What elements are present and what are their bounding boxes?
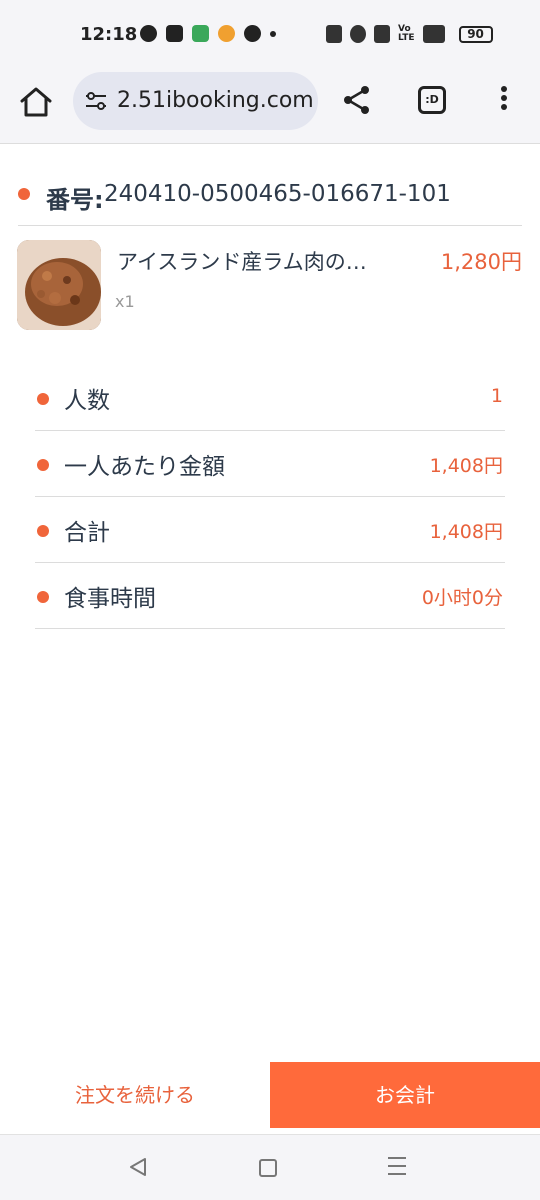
more-menu-icon[interactable] bbox=[497, 86, 511, 116]
share-icon[interactable] bbox=[341, 84, 373, 116]
total-label: 合計 bbox=[64, 520, 110, 546]
more-notifications-icon bbox=[270, 30, 276, 37]
app-icon bbox=[166, 25, 183, 42]
mute-icon bbox=[374, 25, 390, 43]
order-number-label: 番号: bbox=[46, 186, 104, 214]
order-item: アイスランド産ラム肉の… 1,280円 x1 bbox=[17, 240, 523, 332]
b-app-icon bbox=[244, 25, 261, 42]
party-size-label: 人数 bbox=[64, 388, 110, 414]
bullet-icon bbox=[37, 525, 49, 537]
bullet-icon bbox=[37, 459, 49, 471]
summary-row-per-person: 一人あたり金額 1,408円 bbox=[35, 431, 505, 497]
per-person-value: 1,408円 bbox=[429, 455, 503, 477]
shield-icon bbox=[192, 25, 209, 42]
back-icon[interactable] bbox=[128, 1157, 148, 1177]
dining-time-value: 0小时0分 bbox=[421, 587, 503, 609]
volte-icon: Vo LTE bbox=[398, 24, 415, 43]
status-bar: 12:18 Vo LTE 90 bbox=[0, 0, 540, 70]
home-icon[interactable] bbox=[18, 84, 54, 120]
continue-ordering-button[interactable]: 注文を続ける bbox=[0, 1062, 270, 1128]
alarm-icon bbox=[350, 25, 366, 43]
home-nav-icon[interactable] bbox=[259, 1159, 277, 1177]
order-header: 番号: 240410-0500465-016671-101 bbox=[18, 180, 522, 226]
summary-row-total: 合計 1,408円 bbox=[35, 497, 505, 563]
item-price: 1,280円 bbox=[440, 250, 522, 274]
bullet-icon bbox=[18, 188, 30, 200]
tab-switcher-button[interactable]: :D bbox=[418, 86, 446, 114]
chat-icon bbox=[140, 25, 157, 42]
status-time: 12:18 bbox=[80, 24, 138, 45]
system-icons: Vo LTE 90 bbox=[326, 25, 493, 43]
order-summary: 人数 1 一人あたり金額 1,408円 合計 1,408円 食事時間 0小时0分 bbox=[35, 365, 505, 629]
signal-icon bbox=[422, 25, 445, 43]
address-bar[interactable]: 2.51ibooking.com bbox=[73, 72, 318, 130]
browser-toolbar: 2.51ibooking.com :D bbox=[0, 70, 540, 144]
bullet-icon bbox=[37, 393, 49, 405]
summary-row-party-size: 人数 1 bbox=[35, 365, 505, 431]
party-size-value: 1 bbox=[490, 385, 503, 407]
system-nav-bar bbox=[0, 1134, 540, 1200]
total-value: 1,408円 bbox=[429, 521, 503, 543]
app-orange-icon bbox=[218, 25, 235, 42]
summary-row-dining-time: 食事時間 0小时0分 bbox=[35, 563, 505, 629]
dining-time-label: 食事時間 bbox=[64, 586, 156, 612]
notification-icons bbox=[140, 25, 276, 42]
order-number: 240410-0500465-016671-101 bbox=[104, 181, 451, 207]
url-text[interactable]: 2.51ibooking.com bbox=[117, 88, 314, 113]
battery-icon: 90 bbox=[458, 25, 493, 43]
site-settings-icon[interactable] bbox=[85, 91, 107, 111]
nfc-icon bbox=[326, 25, 342, 43]
action-bar: 注文を続ける お会計 bbox=[0, 1062, 540, 1128]
checkout-button[interactable]: お会計 bbox=[270, 1062, 540, 1128]
item-name: アイスランド産ラム肉の… bbox=[117, 250, 367, 274]
bullet-icon bbox=[37, 591, 49, 603]
per-person-label: 一人あたり金額 bbox=[64, 454, 225, 480]
recents-icon[interactable] bbox=[388, 1157, 406, 1177]
item-quantity: x1 bbox=[115, 292, 135, 311]
item-image bbox=[17, 240, 101, 330]
